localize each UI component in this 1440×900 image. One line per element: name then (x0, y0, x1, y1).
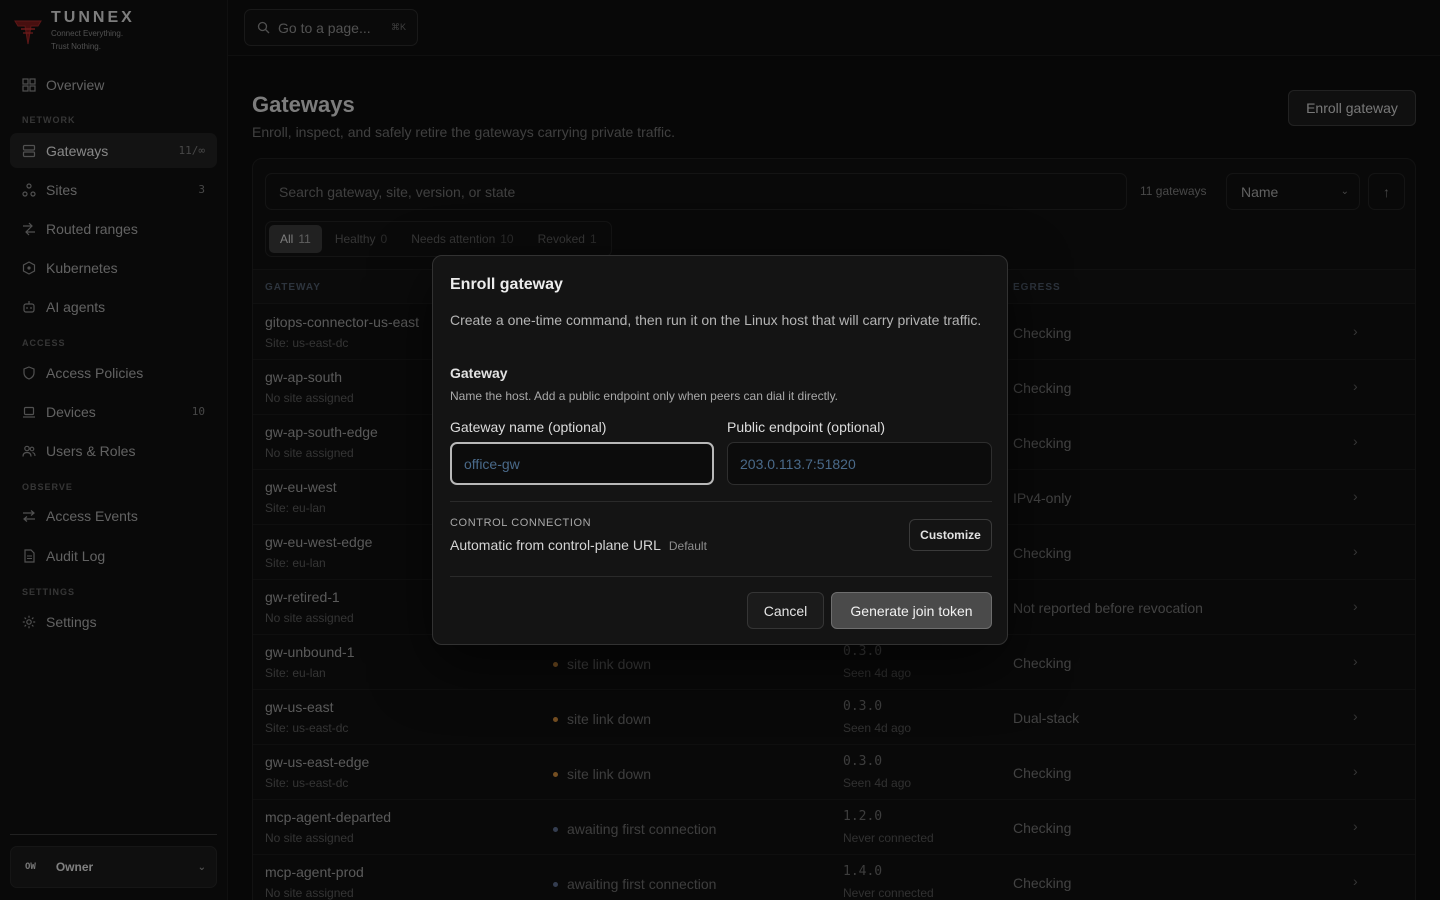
control-connection-value: Automatic from control-plane URL Default (450, 537, 707, 553)
control-connection-mode: Automatic from control-plane URL (450, 537, 661, 553)
enroll-gateway-dialog: Enroll gateway Create a one-time command… (432, 255, 1008, 645)
customize-button[interactable]: Customize (909, 519, 992, 551)
section-title: Gateway (450, 365, 508, 381)
dialog-title: Enroll gateway (450, 276, 563, 293)
dialog-description: Create a one-time command, then run it o… (450, 312, 982, 328)
divider (450, 501, 992, 502)
section-description: Name the host. Add a public endpoint onl… (450, 389, 839, 403)
default-badge: Default (668, 539, 707, 553)
cancel-button[interactable]: Cancel (747, 592, 824, 629)
generate-join-token-button[interactable]: Generate join token (831, 592, 992, 629)
public-endpoint-input[interactable] (727, 442, 992, 485)
app-root: TUNNEX Connect Everything. Trust Nothing… (0, 0, 1440, 900)
control-connection-title: CONTROL CONNECTION (450, 517, 592, 529)
gateway-name-input[interactable] (450, 442, 714, 485)
public-endpoint-label: Public endpoint (optional) (727, 419, 885, 435)
divider (450, 576, 992, 577)
gateway-name-label: Gateway name (optional) (450, 419, 607, 435)
